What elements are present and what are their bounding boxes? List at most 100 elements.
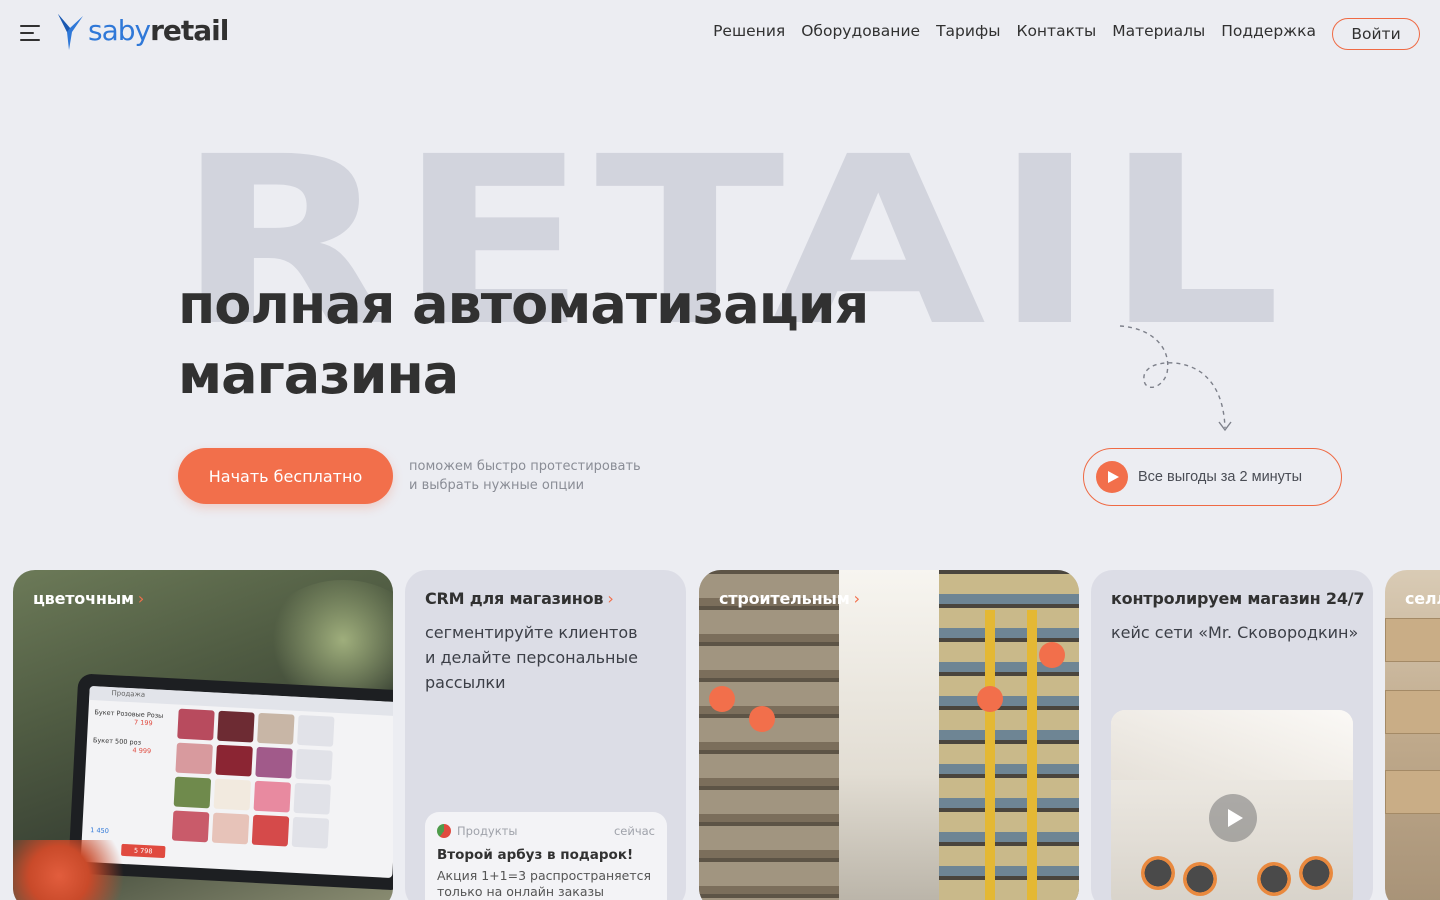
card-caption-text: строительным xyxy=(719,589,850,608)
nav-equipment[interactable]: Оборудование xyxy=(801,22,920,40)
pos-screen-title: Продажа xyxy=(111,689,146,699)
ceiling-decoration xyxy=(1111,710,1353,780)
logo-text-retail: retail xyxy=(150,13,229,47)
card-caption-text: CRM для магазинов xyxy=(425,589,604,608)
card-subtitle-line: сегментируйте клиентов xyxy=(425,623,638,642)
menu-icon-line xyxy=(20,39,40,41)
cta-note: поможем быстро протестировать и выбрать … xyxy=(409,457,641,495)
shelf-pole xyxy=(1027,610,1037,900)
title-line-2: магазина xyxy=(178,343,459,406)
box-image xyxy=(1385,618,1440,662)
notification-header: Продукты сейчас xyxy=(437,824,655,838)
product-tile xyxy=(211,812,250,845)
notification-body: Акция 1+1=3 распространяется только на о… xyxy=(437,868,655,900)
product-tile xyxy=(215,744,253,777)
card-subtitle-line: рассылки xyxy=(425,673,506,692)
card-case-study[interactable]: контролируем магазин 24/7 кейс сети «Mr.… xyxy=(1091,570,1373,900)
card-hardware-store[interactable]: строительным › xyxy=(699,570,1079,900)
pos-item-2-name: Букет 500 роз xyxy=(92,736,142,747)
notification-title: Второй арбуз в подарок! xyxy=(437,847,634,863)
dashed-arrow-icon xyxy=(1119,325,1232,432)
nav-materials[interactable]: Материалы xyxy=(1112,22,1205,40)
main-nav: Решения Оборудование Тарифы Контакты Мат… xyxy=(713,22,1316,40)
card-crm[interactable]: CRM для магазинов › сегментируйте клиенто… xyxy=(405,570,686,900)
product-tile xyxy=(171,810,210,843)
notification-body-line: только на онлайн заказы xyxy=(437,884,605,899)
flowers-decoration xyxy=(13,840,143,900)
shelf-pole xyxy=(985,610,995,900)
pan-image xyxy=(1141,856,1175,890)
product-tile xyxy=(291,816,330,849)
logo-text: sabyretail xyxy=(88,13,229,47)
price-tag-icon xyxy=(1039,642,1065,668)
pos-item-2-price: 4 999 xyxy=(132,746,152,756)
shelf-right-image xyxy=(939,570,1079,900)
product-tile xyxy=(255,746,293,779)
product-tile xyxy=(295,748,333,781)
logo-text-saby: saby xyxy=(88,13,151,47)
notification-time: сейчас xyxy=(613,824,655,838)
pos-total: 1 450 xyxy=(90,826,109,835)
logo-bird-icon xyxy=(58,14,83,50)
pos-item-1-price: 7 199 xyxy=(133,718,153,728)
card-caption: контролируем магазин 24/7 xyxy=(1111,589,1365,608)
play-icon xyxy=(1096,461,1128,493)
notification-app: Продукты xyxy=(437,824,517,838)
notification-app-name: Продукты xyxy=(457,824,518,838)
pos-item-1-name: Букет Розовые Розы xyxy=(94,708,164,720)
pan-image xyxy=(1257,862,1291,896)
nav-contacts[interactable]: Контакты xyxy=(1016,22,1096,40)
video-benefits-button[interactable]: Все выгоды за 2 минуты xyxy=(1083,448,1342,506)
product-tile xyxy=(297,714,335,747)
card-subtitle: кейс сети «Mr. Сковородкин» xyxy=(1111,623,1359,642)
notification-body-line: Акция 1+1=3 распространяется xyxy=(437,868,652,883)
pos-product-grid xyxy=(171,708,335,849)
product-tile xyxy=(175,742,213,775)
chevron-right-icon: › xyxy=(607,589,614,608)
box-image xyxy=(1385,770,1440,814)
site-header: sabyretail Решения Оборудование Тарифы К… xyxy=(0,0,1440,68)
card-subtitle-line: и делайте персональные xyxy=(425,648,638,667)
pan-image xyxy=(1183,862,1217,896)
price-tag-icon xyxy=(977,686,1003,712)
product-tile xyxy=(177,708,215,741)
product-tile xyxy=(173,776,212,809)
card-flower-shop[interactable]: Продажа Букет Розовые Розы 7 199 Букет 50… xyxy=(13,570,393,900)
card-partial[interactable]: селл xyxy=(1385,570,1440,900)
product-tile xyxy=(253,780,292,813)
price-tag-icon xyxy=(709,686,735,712)
chevron-right-icon: › xyxy=(137,589,145,608)
product-tile xyxy=(293,782,331,815)
card-caption: строительным › xyxy=(719,589,860,608)
menu-icon[interactable] xyxy=(20,24,40,42)
title-line-1: полная автоматизация xyxy=(178,273,869,336)
product-tile xyxy=(257,712,295,745)
card-caption: цветочным › xyxy=(33,589,144,608)
aisle-image xyxy=(839,570,939,900)
shelf-left-image xyxy=(699,570,839,900)
pan-image xyxy=(1299,856,1333,890)
product-tile xyxy=(217,710,255,743)
card-caption-text: цветочным xyxy=(33,589,134,608)
cta-note-line-2: и выбрать нужные опции xyxy=(409,478,585,493)
menu-icon-line xyxy=(20,32,34,34)
video-benefits-label: Все выгоды за 2 минуты xyxy=(1138,469,1302,485)
pos-total-value: 1 450 xyxy=(90,826,110,836)
pos-item-2: Букет 500 роз 4 999 xyxy=(92,736,152,756)
video-play-icon[interactable] xyxy=(1209,794,1257,842)
nav-pricing[interactable]: Тарифы xyxy=(936,22,1000,40)
pos-item-1: Букет Розовые Розы 7 199 xyxy=(94,708,164,728)
card-subtitle: сегментируйте клиентов и делайте персона… xyxy=(425,620,638,695)
product-tile xyxy=(251,814,290,847)
card-caption: селл xyxy=(1405,589,1440,608)
product-tile xyxy=(213,778,252,811)
nav-solutions[interactable]: Решения xyxy=(713,22,785,40)
start-free-button[interactable]: Начать бесплатно xyxy=(178,448,393,504)
login-button[interactable]: Войти xyxy=(1332,18,1420,50)
menu-icon-line xyxy=(20,25,40,27)
nav-support[interactable]: Поддержка xyxy=(1221,22,1316,40)
logo[interactable]: sabyretail xyxy=(56,12,229,52)
watermelon-icon xyxy=(437,824,451,838)
chevron-right-icon: › xyxy=(853,589,860,608)
card-caption: CRM для магазинов › xyxy=(425,589,614,608)
